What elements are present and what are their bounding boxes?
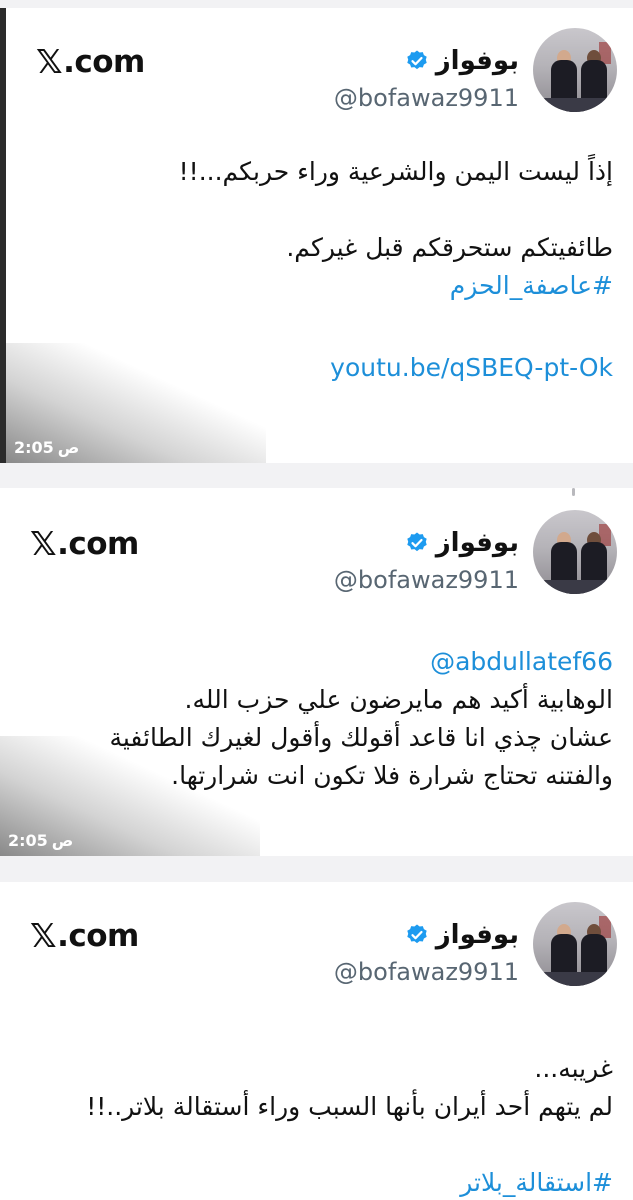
tweet-line: لم يتهم أحد أيران بأنها السبب وراء أستقا… [86,1092,613,1121]
name-row[interactable]: بوفواز [405,46,519,76]
avatar[interactable] [533,28,617,112]
tweet-card-3[interactable]: 𝕏 .com بوفواز @bofawaz9911 غريبه... لم ي… [0,882,633,1200]
brand-domain: .com [57,525,139,562]
brand-domain: .com [57,917,139,954]
time-value: 2:05 [14,438,54,457]
user-handle[interactable]: @bofawaz9911 [334,958,519,986]
tweet-line: الوهابية أكيد هم مايرضون علي حزب الله. [184,685,613,714]
avatar-base [533,98,617,112]
timestamp: 2:05 ص [8,831,73,850]
x-logo-icon: 𝕏 [30,524,57,563]
display-name[interactable]: بوفواز [436,920,519,950]
hashtag-link[interactable]: #استقالة_بلاتر [20,1164,613,1200]
time-suffix: ص [57,438,80,457]
tweet-body: @abdullatef66 الوهابية أكيد هم مايرضون ع… [20,643,613,795]
display-name[interactable]: بوفواز [436,46,519,76]
x-logo-icon: 𝕏 [36,42,63,81]
tweet-header: 𝕏 .com بوفواز @bofawaz9911 [30,28,617,120]
screenshot-page: 𝕏 .com بوفواز @bofawaz9911 إذاً ليست الي… [0,0,633,1200]
tweet-line: غريبه... [534,1054,613,1083]
time-value: 2:05 [8,831,48,850]
verified-badge-icon [407,924,427,944]
tweet-body: إذاً ليست اليمن والشرعية وراء حربكم...!!… [26,153,613,387]
tweet-header: 𝕏 .com بوفواز @bofawaz9911 [24,510,617,602]
x-brand[interactable]: 𝕏 .com [30,524,139,563]
brand-domain: .com [63,43,145,80]
tweet-line: عشان چذي انا قاعد أقولك وأقول لغيرك الطا… [109,723,613,752]
hashtag-link[interactable]: #عاصفة_الحزم [26,267,613,305]
user-handle[interactable]: @bofawaz9911 [334,566,519,594]
avatar[interactable] [533,510,617,594]
tweet-card-1[interactable]: 𝕏 .com بوفواز @bofawaz9911 إذاً ليست الي… [0,8,633,463]
tweet-line: طائفيتكم ستحرقكم قبل غيركم. [286,233,613,262]
user-handle[interactable]: @bofawaz9911 [334,84,519,112]
verified-badge-icon [407,50,427,70]
tweet-header: 𝕏 .com بوفواز @bofawaz9911 [24,902,617,994]
tweet-card-2[interactable]: 𝕏 .com بوفواز @bofawaz9911 @abdullatef66… [0,488,633,856]
avatar[interactable] [533,902,617,986]
tweet-body: غريبه... لم يتهم أحد أيران بأنها السبب و… [20,1050,613,1200]
display-name[interactable]: بوفواز [436,528,519,558]
tweet-line: والفتنه تحتاج شرارة فلا تكون انت شرارتها… [171,761,613,790]
timestamp: 2:05 ص [14,438,79,457]
url-link[interactable]: youtu.be/qSBEQ-pt-Ok [26,349,613,387]
avatar-base [533,972,617,986]
tweet-line: إذاً ليست اليمن والشرعية وراء حربكم...!! [178,157,613,186]
scroll-indicator [572,488,575,496]
verified-badge-icon [407,532,427,552]
x-brand[interactable]: 𝕏 .com [30,916,139,955]
name-row[interactable]: بوفواز [405,528,519,558]
x-brand[interactable]: 𝕏 .com [36,42,145,81]
avatar-base [533,580,617,594]
x-logo-icon: 𝕏 [30,916,57,955]
time-suffix: ص [51,831,74,850]
mention-link[interactable]: @abdullatef66 [20,643,613,681]
name-row[interactable]: بوفواز [405,920,519,950]
